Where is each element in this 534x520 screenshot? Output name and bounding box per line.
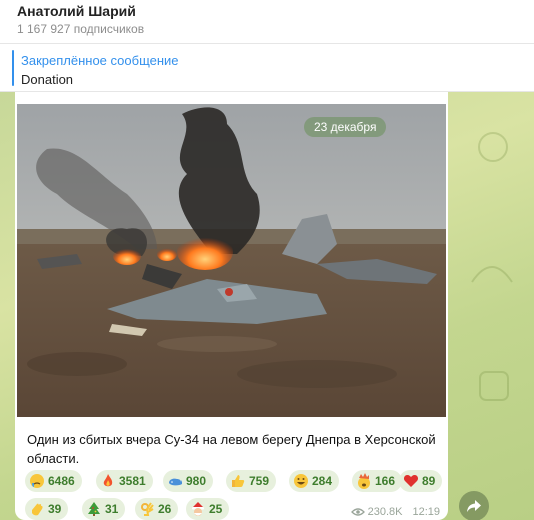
reaction-count: 759 [249, 474, 270, 488]
reaction-count: 89 [422, 474, 436, 488]
reaction-exploding-head[interactable]: 166 [352, 470, 403, 492]
fire-icon [103, 474, 113, 487]
reaction-ok-hand[interactable]: 26 [135, 498, 179, 520]
thumbs-up-icon [232, 475, 245, 487]
message-meta: 230.8K 12:19 [350, 506, 440, 518]
pinned-text: Donation [21, 72, 74, 87]
exploding-head-icon [358, 473, 370, 489]
reaction-clapping-hands[interactable]: 39 [25, 498, 69, 520]
chat-header[interactable]: Анатолий Шарий 1 167 927 подписчиков [0, 0, 534, 44]
whale-icon [169, 478, 182, 486]
reaction-christmas-tree[interactable]: 31 [82, 498, 126, 520]
pinned-message-bar[interactable]: Закреплённое сообщение Donation [0, 44, 534, 92]
grinning-face-icon [294, 474, 308, 488]
reaction-count: 980 [186, 474, 207, 488]
reaction-count: 25 [209, 502, 223, 516]
pinned-title: Закреплённое сообщение [21, 53, 179, 68]
reaction-santa-face[interactable]: 25 [186, 498, 230, 520]
reaction-whale[interactable]: 980 [163, 470, 214, 492]
santa-face-icon [192, 502, 204, 516]
previous-caption-edge [15, 92, 448, 104]
reaction-count: 284 [312, 474, 333, 488]
share-button[interactable] [459, 491, 489, 520]
reaction-count: 26 [158, 502, 172, 516]
crying-face-icon [30, 474, 44, 488]
message-photo[interactable]: 23 декабря [17, 104, 446, 417]
reaction-crying-face[interactable]: 6486 [25, 470, 82, 492]
message-caption: Один из сбитых вчера Су-34 на левом бере… [27, 432, 436, 466]
reaction-count: 166 [375, 474, 396, 488]
reaction-fire[interactable]: 3581 [96, 470, 153, 492]
reaction-grinning-face[interactable]: 284 [289, 470, 340, 492]
reaction-red-heart[interactable]: 89 [399, 470, 443, 492]
christmas-tree-icon [88, 502, 100, 516]
message-time: 12:19 [412, 506, 440, 518]
reaction-count: 31 [105, 502, 119, 516]
subscriber-count: 1 167 927 подписчиков [17, 22, 145, 36]
doodle-pattern-icon [471, 266, 513, 283]
reaction-count: 3581 [119, 474, 146, 488]
pinned-accent-bar [12, 50, 14, 86]
channel-name[interactable]: Анатолий Шарий [17, 3, 136, 19]
clapping-hands-icon [32, 503, 43, 516]
doodle-pattern-icon [478, 132, 508, 162]
message-bubble[interactable]: 23 декабря Один из сбитых вчера Су-34 на… [15, 92, 448, 520]
share-arrow-icon [467, 500, 481, 512]
reaction-count: 6486 [48, 474, 75, 488]
reaction-count: 39 [48, 502, 62, 516]
ok-hand-icon [141, 502, 154, 516]
doodle-pattern-icon [479, 371, 509, 401]
views-count: 230.8K [367, 506, 403, 518]
crash-site-photo [17, 104, 446, 417]
date-chip: 23 декабря [304, 117, 387, 137]
eye-icon [350, 508, 365, 516]
red-heart-icon [403, 475, 419, 487]
reaction-thumbs-up[interactable]: 759 [226, 470, 277, 492]
